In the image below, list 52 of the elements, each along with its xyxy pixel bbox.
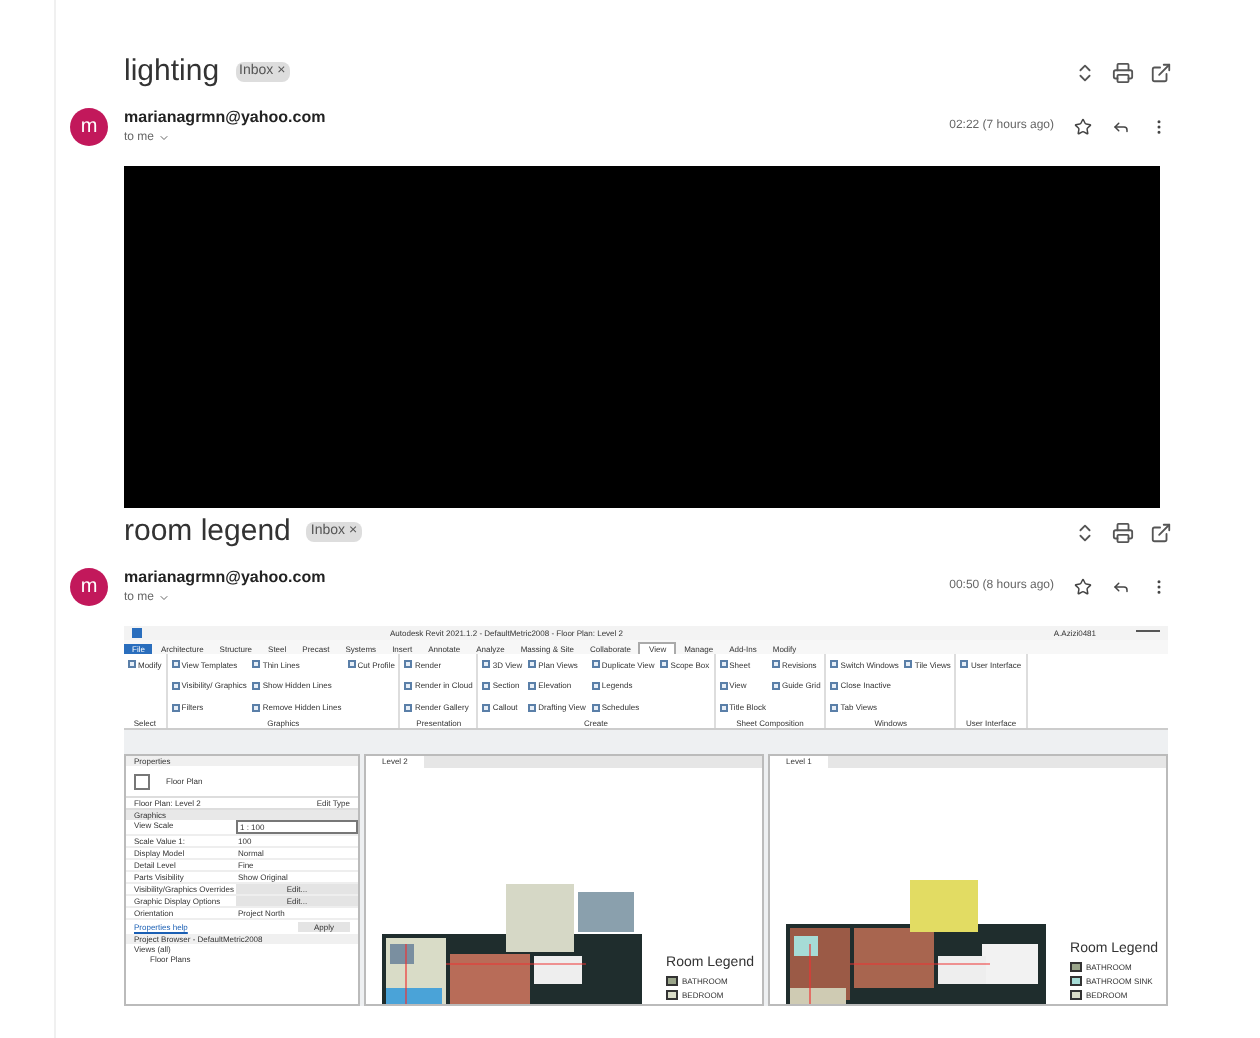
app-logo-icon	[132, 628, 142, 638]
tool-icon	[404, 681, 413, 690]
reply-icon[interactable]	[1112, 577, 1130, 595]
tool-icon	[719, 660, 728, 669]
tool-icon	[591, 660, 600, 669]
tool-icon	[719, 681, 728, 690]
tool-icon	[404, 660, 413, 669]
star-icon[interactable]	[1074, 117, 1092, 135]
caret-icon	[158, 592, 171, 604]
floor-plan-icon	[134, 773, 150, 789]
tool-icon	[252, 681, 261, 690]
tool-icon	[960, 660, 969, 669]
sender-email: marianagrmn@yahoo.com	[124, 105, 326, 129]
tool-icon	[482, 660, 491, 669]
new-window-icon[interactable]	[1150, 521, 1172, 543]
tool-icon	[830, 681, 839, 690]
print-icon[interactable]	[1112, 61, 1134, 83]
avatar: m	[70, 567, 108, 605]
tool-icon	[482, 681, 491, 690]
email-subject: lighting	[124, 51, 220, 92]
new-window-icon[interactable]	[1150, 61, 1172, 83]
tool-icon	[830, 660, 839, 669]
print-icon[interactable]	[1112, 521, 1134, 543]
tool-icon	[830, 703, 839, 712]
tool-icon	[591, 681, 600, 690]
tool-icon	[128, 660, 136, 669]
tool-icon	[771, 660, 780, 669]
star-icon[interactable]	[1074, 577, 1092, 595]
tool-icon	[771, 681, 780, 690]
sender-email: marianagrmn@yahoo.com	[124, 565, 326, 589]
email-subject: room legend	[124, 511, 291, 552]
expand-icon[interactable]	[1074, 521, 1096, 543]
window-controls-icon	[1136, 630, 1160, 636]
tool-icon	[591, 703, 600, 712]
tool-icon	[252, 703, 261, 712]
expand-icon[interactable]	[1074, 61, 1096, 83]
tool-icon	[660, 660, 669, 669]
tool-icon	[252, 660, 261, 669]
tool-icon	[528, 660, 537, 669]
tool-icon	[528, 703, 537, 712]
tool-icon	[171, 681, 180, 690]
tool-icon	[719, 703, 728, 712]
tool-icon	[528, 681, 537, 690]
reply-icon[interactable]	[1112, 117, 1130, 135]
tool-icon	[482, 703, 491, 712]
tool-icon	[171, 660, 180, 669]
tool-icon	[347, 660, 356, 669]
tool-icon	[171, 703, 180, 712]
tool-icon	[904, 660, 913, 669]
tool-icon	[404, 703, 413, 712]
caret-icon	[158, 132, 171, 144]
avatar: m	[70, 107, 108, 145]
